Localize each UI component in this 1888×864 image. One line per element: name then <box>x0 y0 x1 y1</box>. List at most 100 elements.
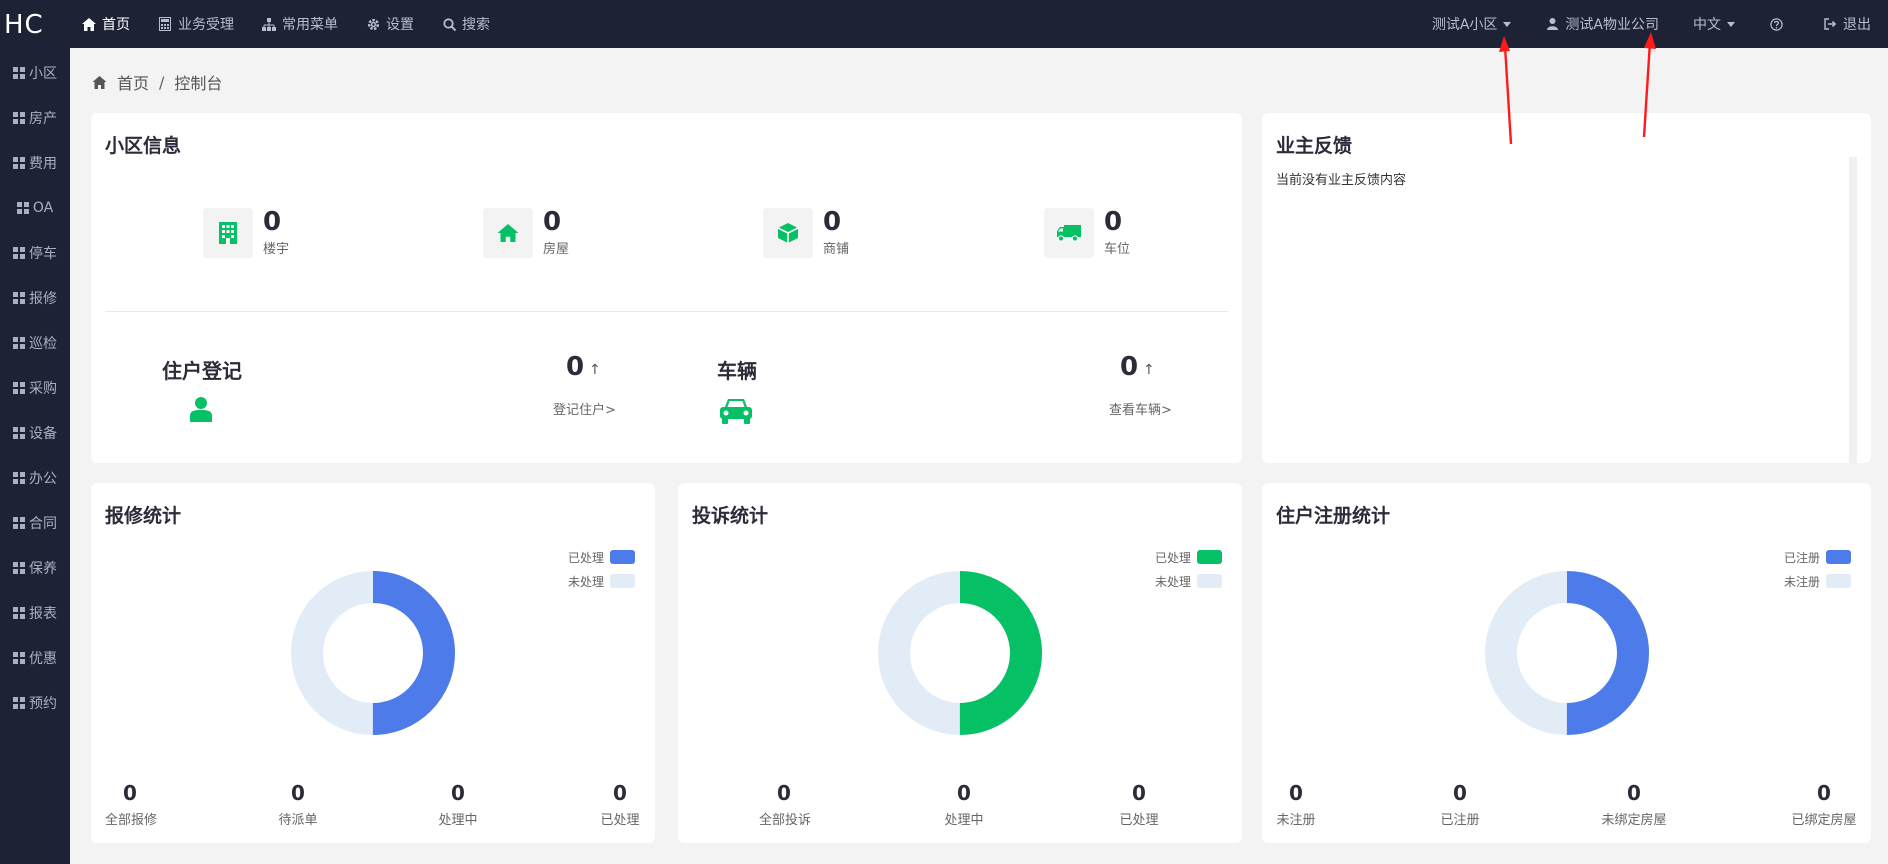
registration-stats-panel: 住户注册统计 已注册 未注册 0 未注册 0 已注册 0 未绑定房屋 0 已绑定房屋 <box>1262 483 1871 843</box>
nav-business[interactable]: 业务受理 <box>144 0 248 48</box>
resident-count: 0 <box>566 352 585 382</box>
legend-item-unprocessed[interactable]: 未处理 <box>1155 569 1222 593</box>
legend-swatch <box>610 574 635 588</box>
annotation-arrow <box>1499 36 1513 145</box>
caret-down-icon <box>1503 21 1512 27</box>
breadcrumb-current: 控制台 <box>174 74 223 93</box>
app-logo[interactable]: HC <box>4 10 44 40</box>
sidebar-item-label: 采购 <box>29 380 57 397</box>
stat-buildings[interactable]: 0 楼宇 <box>203 208 289 258</box>
stat-label: 已处理 <box>600 813 640 828</box>
legend-swatch <box>1197 550 1222 564</box>
sidebar-item-label: 报表 <box>29 605 57 622</box>
sidebar-item-contract[interactable]: 合同 <box>0 500 70 545</box>
nav-settings[interactable]: 设置 <box>352 0 428 48</box>
feedback-scrollbar[interactable] <box>1849 157 1857 463</box>
sign-out-icon <box>1823 17 1837 31</box>
legend-item-processed[interactable]: 已处理 <box>1155 545 1222 569</box>
legend-label: 未处理 <box>1154 574 1191 589</box>
complaint-donut-chart <box>878 571 1042 735</box>
legend-swatch <box>1197 574 1222 588</box>
sidebar-item-inspection[interactable]: 巡检 <box>0 320 70 365</box>
calculator-icon <box>158 17 172 31</box>
sidebar-item-fees[interactable]: 费用 <box>0 140 70 185</box>
grid-icon <box>13 651 25 664</box>
sidebar-item-purchase[interactable]: 采购 <box>0 365 70 410</box>
stat-value: 0 <box>263 207 282 237</box>
logout-button[interactable]: 退出 <box>1806 0 1888 48</box>
up-arrow-icon: ↑ <box>1143 362 1155 378</box>
sidebar: 小区 房产 费用 OA 停车 报修 巡检 采购 设备 办公 合同 保养 报表 优… <box>0 48 70 864</box>
legend-swatch <box>1826 574 1851 588</box>
nav-common-menu[interactable]: 常用菜单 <box>248 0 352 48</box>
sidebar-item-label: OA <box>32 199 54 216</box>
sidebar-item-repair[interactable]: 报修 <box>0 275 70 320</box>
stat-pending-dispatch: 0 待派单 <box>278 781 318 828</box>
stat-processed: 0 已处理 <box>1119 781 1159 828</box>
sidebar-item-oa[interactable]: OA <box>0 185 70 230</box>
sidebar-item-discount[interactable]: 优惠 <box>0 635 70 680</box>
gear-icon <box>366 17 380 31</box>
grid-icon <box>13 696 25 709</box>
sidebar-item-community[interactable]: 小区 <box>0 50 70 95</box>
view-vehicles-link[interactable]: 查看车辆> <box>1109 399 1172 418</box>
nav-common-menu-label: 常用菜单 <box>282 17 338 33</box>
stat-parking-spaces[interactable]: 0 车位 <box>1044 208 1130 258</box>
breadcrumb: 首页 / 控制台 <box>92 70 222 94</box>
sidebar-item-parking[interactable]: 停车 <box>0 230 70 275</box>
stat-value: 0 <box>451 781 465 805</box>
legend-item-unregistered[interactable]: 未注册 <box>1784 569 1851 593</box>
car-icon <box>718 397 754 429</box>
language-dropdown[interactable]: 中文 <box>1676 0 1752 48</box>
nav-search[interactable]: 搜索 <box>428 0 504 48</box>
grid-icon <box>13 66 25 79</box>
feedback-empty-message: 当前没有业主反馈内容 <box>1276 173 1407 188</box>
sidebar-item-label: 保养 <box>29 560 57 577</box>
help-button[interactable] <box>1752 0 1806 48</box>
legend-label: 已处理 <box>1154 550 1191 565</box>
grid-icon <box>13 606 25 619</box>
stat-label: 处理中 <box>944 813 984 828</box>
stat-value: 0 <box>1104 207 1123 237</box>
stat-all-complaints: 0 全部投诉 <box>759 781 811 828</box>
sidebar-item-office[interactable]: 办公 <box>0 455 70 500</box>
legend-item-unprocessed[interactable]: 未处理 <box>568 569 635 593</box>
sidebar-item-maintenance[interactable]: 保养 <box>0 545 70 590</box>
grid-icon <box>13 516 25 529</box>
grid-icon <box>13 336 25 349</box>
stat-shops[interactable]: 0 商铺 <box>763 208 849 258</box>
language-label: 中文 <box>1693 17 1721 33</box>
house-icon <box>483 208 533 258</box>
legend-swatch <box>1826 550 1851 564</box>
grid-icon <box>13 561 25 574</box>
sidebar-item-equipment[interactable]: 设备 <box>0 410 70 455</box>
panel-title: 小区信息 <box>105 135 182 157</box>
sidebar-item-booking[interactable]: 预约 <box>0 680 70 725</box>
user-icon <box>1545 17 1559 31</box>
sidebar-item-property[interactable]: 房产 <box>0 95 70 140</box>
sidebar-item-reports[interactable]: 报表 <box>0 590 70 635</box>
stat-value: 0 <box>291 781 305 805</box>
sidebar-item-label: 费用 <box>29 155 57 172</box>
vehicle-title: 车辆 <box>717 359 757 383</box>
nav-business-label: 业务受理 <box>178 17 234 33</box>
stat-value: 0 <box>777 781 791 805</box>
grid-icon <box>13 381 25 394</box>
breadcrumb-home[interactable]: 首页 <box>117 70 149 94</box>
nav-home-label: 首页 <box>102 17 130 33</box>
stat-processed: 0 已处理 <box>600 781 640 828</box>
owner-feedback-panel: 业主反馈 当前没有业主反馈内容 <box>1262 113 1871 463</box>
stat-value: 0 <box>823 207 842 237</box>
nav-home[interactable]: 首页 <box>68 0 144 48</box>
legend-item-registered[interactable]: 已注册 <box>1784 545 1851 569</box>
stat-houses[interactable]: 0 房屋 <box>483 208 569 258</box>
stat-label: 商铺 <box>823 242 850 257</box>
stat-value: 0 <box>1132 781 1146 805</box>
register-resident-link[interactable]: 登记住户> <box>553 399 616 418</box>
sidebar-item-label: 巡检 <box>29 335 57 352</box>
chart-legend: 已处理 未处理 <box>568 545 635 593</box>
legend-item-processed[interactable]: 已处理 <box>568 545 635 569</box>
grid-icon <box>13 246 25 259</box>
stat-label: 车位 <box>1104 242 1131 257</box>
sidebar-item-label: 优惠 <box>29 650 57 667</box>
